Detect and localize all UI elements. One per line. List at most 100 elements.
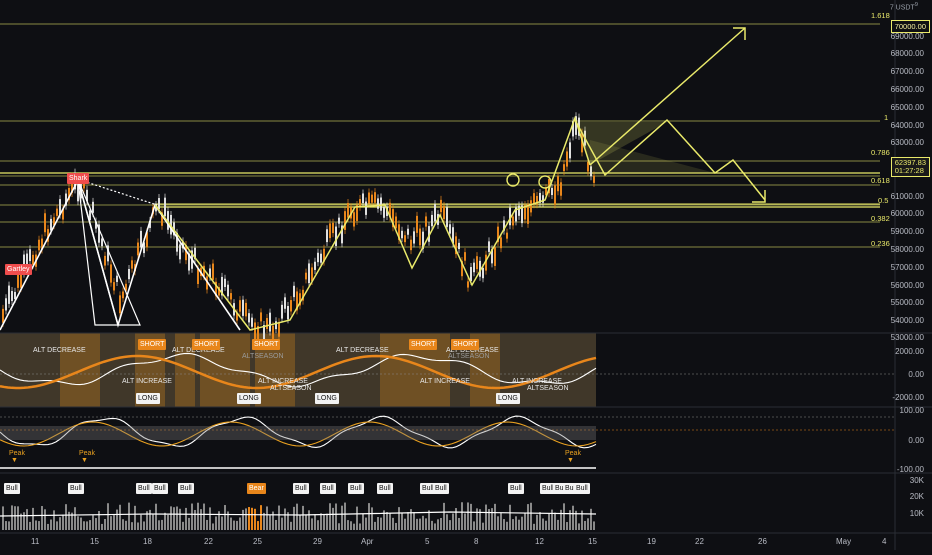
volume-bar bbox=[26, 509, 28, 530]
volume-bar bbox=[524, 512, 526, 530]
fib-0786-label: 0.786 bbox=[871, 148, 890, 157]
candle-body bbox=[368, 192, 370, 204]
volume-bar bbox=[566, 522, 568, 530]
bull-signal-tag[interactable]: Bull bbox=[348, 483, 364, 494]
candle-body bbox=[29, 249, 31, 262]
candle-body bbox=[359, 199, 361, 207]
bear-signal-tag[interactable]: Bear bbox=[247, 483, 266, 494]
shark-pattern-label[interactable]: Shark bbox=[67, 173, 90, 184]
candle-body bbox=[275, 321, 277, 330]
peak-label: Peak ▼ bbox=[79, 450, 95, 464]
volume-bar bbox=[347, 520, 349, 530]
long-signal-tag[interactable]: LONG bbox=[315, 393, 339, 404]
harmonic-pattern-line bbox=[77, 179, 119, 326]
short-signal-tag[interactable]: SHORT bbox=[451, 339, 480, 350]
candle-body bbox=[440, 199, 442, 213]
peak-label: Peak ▼ bbox=[9, 450, 25, 464]
volume-bar bbox=[164, 512, 166, 530]
candle-body bbox=[566, 151, 568, 167]
zigzag-line bbox=[154, 115, 591, 331]
volume-bar bbox=[359, 523, 361, 530]
price-axis-label: 56000.00 bbox=[890, 281, 924, 290]
volume-bar bbox=[242, 509, 244, 530]
price-axis-label: 54000.00 bbox=[890, 316, 924, 325]
bull-signal-tag[interactable]: Bull bbox=[320, 483, 336, 494]
volume-bar bbox=[398, 507, 400, 530]
volume-bar bbox=[119, 504, 121, 530]
candle-body bbox=[293, 285, 295, 298]
volume-bar bbox=[296, 503, 298, 530]
candle-body bbox=[242, 299, 244, 316]
volume-bar bbox=[392, 517, 394, 530]
bull-signal-tag[interactable]: Bull bbox=[293, 483, 309, 494]
candle-body bbox=[314, 261, 316, 270]
candle-body bbox=[506, 232, 508, 239]
long-signal-tag[interactable]: LONG bbox=[237, 393, 261, 404]
volume-bar bbox=[74, 507, 76, 530]
candle-body bbox=[2, 308, 4, 323]
long-signal-tag[interactable]: LONG bbox=[136, 393, 160, 404]
volume-bar bbox=[206, 519, 208, 530]
osc1-alt-decrease-text: ALT DECREASE bbox=[33, 347, 86, 354]
bull-signal-tag[interactable]: Bull bbox=[377, 483, 393, 494]
volume-bar bbox=[533, 523, 535, 530]
volume-bar bbox=[293, 506, 295, 530]
candle-body bbox=[332, 222, 334, 234]
price-axis-label: 63000.00 bbox=[890, 138, 924, 147]
candle-body bbox=[56, 208, 58, 216]
candle-body bbox=[101, 238, 103, 247]
volume-bar bbox=[389, 513, 391, 530]
candle-body bbox=[371, 194, 373, 203]
volume-bar bbox=[407, 512, 409, 530]
volume-bar bbox=[509, 504, 511, 530]
volume-bar bbox=[266, 506, 268, 530]
candle-body bbox=[446, 207, 448, 227]
volume-bar bbox=[278, 505, 280, 530]
short-signal-tag[interactable]: SHORT bbox=[409, 339, 438, 350]
volume-bar bbox=[329, 503, 331, 530]
candle-body bbox=[458, 242, 460, 250]
volume-bar bbox=[404, 518, 406, 530]
chart-canvas[interactable] bbox=[0, 0, 932, 550]
short-signal-tag[interactable]: SHORT bbox=[252, 339, 281, 350]
bull-signal-tag[interactable]: Bull bbox=[152, 483, 168, 494]
bull-signal-tag[interactable]: Bull bbox=[4, 483, 20, 494]
date-axis-label: 22 bbox=[695, 537, 704, 546]
volume-bar bbox=[38, 521, 40, 530]
candle-body bbox=[50, 218, 52, 231]
candle-body bbox=[8, 285, 10, 304]
volume-bar bbox=[500, 512, 502, 530]
volume-bar bbox=[455, 508, 457, 530]
current-price-box: 62397.83 01:27:28 bbox=[890, 157, 930, 177]
volume-bar bbox=[173, 507, 175, 530]
candle-body bbox=[224, 278, 226, 288]
osc2-axis-0: 0.00 bbox=[908, 436, 924, 445]
fib-05-label: 0.5 bbox=[878, 196, 889, 205]
candle-body bbox=[467, 281, 469, 288]
short-signal-tag[interactable]: SHORT bbox=[192, 339, 221, 350]
candle-body bbox=[344, 211, 346, 230]
volume-bar bbox=[140, 514, 142, 530]
volume-bar bbox=[251, 507, 253, 530]
volume-bar bbox=[299, 515, 301, 530]
bull-signal-tag[interactable]: Bull bbox=[68, 483, 84, 494]
bull-signal-tag[interactable]: Bull bbox=[508, 483, 524, 494]
bull-signal-tag[interactable]: Bull bbox=[574, 483, 590, 494]
price-axis-label: 59000.00 bbox=[890, 227, 924, 236]
bull-signal-tag[interactable]: Bull bbox=[178, 483, 194, 494]
price-axis-label: 58000.00 bbox=[890, 245, 924, 254]
volume-bar bbox=[53, 510, 55, 530]
volume-bar bbox=[497, 516, 499, 530]
chart-stage[interactable]: 7 USDT9 69000.00 68000.00 67000.00 66000.00… bbox=[0, 0, 932, 550]
date-axis-label: 18 bbox=[143, 537, 152, 546]
countdown-value: 01:27:28 bbox=[894, 166, 924, 175]
short-signal-tag[interactable]: SHORT bbox=[138, 339, 167, 350]
bull-signal-tag[interactable]: Bull bbox=[433, 483, 449, 494]
candle-body bbox=[164, 197, 166, 217]
bull-signal-tag[interactable]: Bull bbox=[136, 483, 152, 494]
volume-bar bbox=[344, 502, 346, 530]
gartley-pattern-label[interactable]: Gartley bbox=[5, 264, 32, 275]
volume-bar bbox=[275, 519, 277, 530]
long-signal-tag[interactable]: LONG bbox=[496, 393, 520, 404]
volume-bar bbox=[83, 521, 85, 530]
